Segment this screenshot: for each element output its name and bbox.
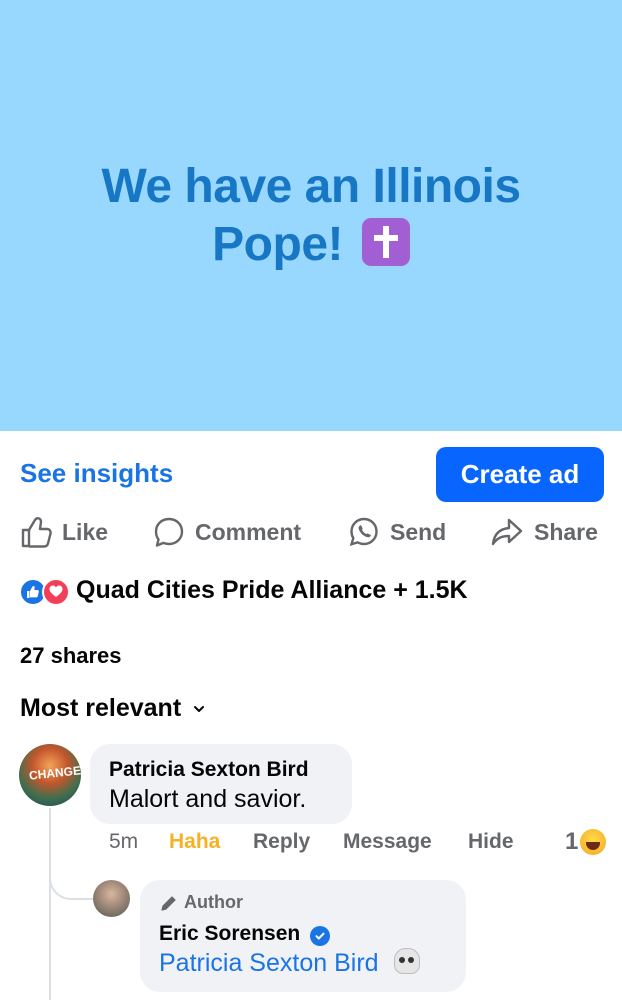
author-badge-label: Author xyxy=(184,892,243,912)
share-arrow-icon xyxy=(491,518,523,546)
thread-line xyxy=(49,808,51,1000)
reply-author-wrap: Eric Sorensen xyxy=(159,922,331,946)
create-ad-button[interactable]: Create ad xyxy=(436,447,604,502)
comment-time: 5m xyxy=(109,830,139,853)
reply-avatar[interactable] xyxy=(93,880,130,917)
author-badge: Author xyxy=(160,892,243,913)
comment-label: Comment xyxy=(195,518,302,545)
like-button[interactable]: Like xyxy=(20,512,108,552)
comment-reaction-count[interactable]: 1 xyxy=(565,828,607,856)
haha-emoji-icon xyxy=(580,829,607,855)
whatsapp-icon xyxy=(349,517,378,546)
share-label: Share xyxy=(534,518,598,545)
see-insights-link[interactable]: See insights xyxy=(20,458,173,489)
comment-author[interactable]: Patricia Sexton Bird xyxy=(109,758,309,782)
like-label: Like xyxy=(62,518,109,545)
reply-bubble[interactable]: Author Eric Sorensen Patricia Sexton Bir… xyxy=(140,880,466,992)
avatar[interactable]: CHANGE xyxy=(19,744,81,806)
shares-count[interactable]: 27 shares xyxy=(20,643,122,669)
haha-reaction-button[interactable]: Haha xyxy=(169,830,220,854)
pencil-icon xyxy=(161,895,176,911)
chevron-down-icon xyxy=(194,705,205,712)
message-button[interactable]: Message xyxy=(343,830,432,854)
reaction-count: 1 xyxy=(565,828,579,855)
reply-mention-wrap: Patricia Sexton Bird xyxy=(159,948,420,978)
comment-text: Malort and savior. xyxy=(109,785,307,813)
skull-emoji-icon xyxy=(393,948,420,974)
banner-text: We have an Illinois Pope! xyxy=(101,159,521,271)
thread-connector xyxy=(49,860,93,900)
banner-text-wrap: We have an Illinois Pope! xyxy=(51,158,571,274)
reply-button[interactable]: Reply xyxy=(253,830,310,854)
avatar-text: CHANGE xyxy=(28,763,81,783)
thumbs-up-icon xyxy=(21,517,52,548)
comment-bubble[interactable]: Patricia Sexton Bird Malort and savior. xyxy=(90,744,352,824)
reactions-summary[interactable]: Quad Cities Pride Alliance + 1.5K xyxy=(20,576,468,606)
verified-badge-icon xyxy=(310,926,331,946)
post-banner: We have an Illinois Pope! xyxy=(0,0,622,431)
reactions-text: Quad Cities Pride Alliance + 1.5K xyxy=(76,576,468,604)
reaction-icons xyxy=(20,577,70,606)
latin-cross-icon xyxy=(361,217,410,266)
sort-dropdown[interactable]: Most relevant xyxy=(20,694,205,723)
love-reaction-icon xyxy=(42,577,70,606)
mention-link[interactable]: Patricia Sexton Bird xyxy=(159,949,379,977)
sort-label: Most relevant xyxy=(20,694,182,722)
send-label: Send xyxy=(390,518,447,545)
send-button[interactable]: Send xyxy=(348,512,446,552)
share-button[interactable]: Share xyxy=(490,512,598,552)
reply-author[interactable]: Eric Sorensen xyxy=(159,922,300,945)
comment-bubble-icon xyxy=(154,517,184,547)
comment-button[interactable]: Comment xyxy=(153,512,301,552)
hide-button[interactable]: Hide xyxy=(468,830,514,854)
